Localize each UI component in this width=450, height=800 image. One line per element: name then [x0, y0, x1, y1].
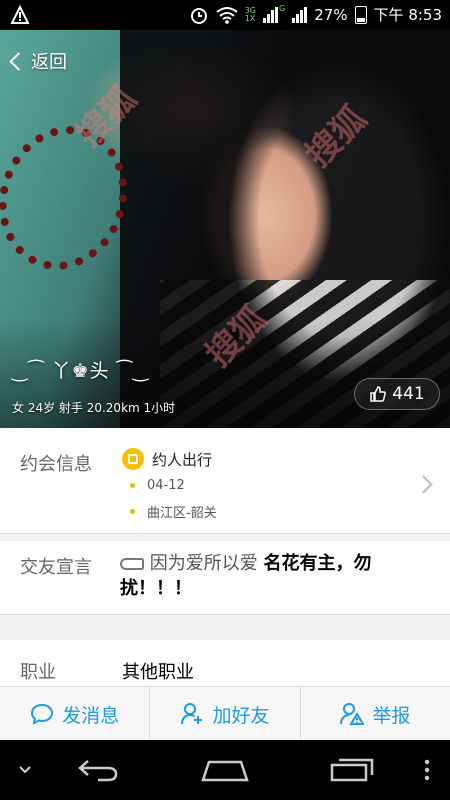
- network-g: G: [279, 4, 286, 13]
- send-message-label: 发消息: [62, 704, 120, 727]
- declaration-section: 交友宣言 因为爱所以爱 名花有主，勿 扰！！！: [0, 541, 450, 615]
- job-value: 其他职业: [122, 662, 194, 683]
- date-row: 04-12: [130, 478, 185, 493]
- back-nav-button[interactable]: [68, 740, 128, 800]
- thumbs-up-icon: [370, 386, 387, 402]
- back-arrow-icon: [78, 760, 118, 782]
- declaration-bold-1: 名花有主，勿: [263, 553, 372, 574]
- recents-icon: [330, 758, 374, 782]
- report-button[interactable]: 举报: [301, 687, 450, 741]
- like-count: 441: [392, 384, 425, 404]
- bullet-icon: [130, 483, 135, 488]
- more-vertical-icon: [424, 759, 430, 781]
- signal-icon: [263, 6, 278, 23]
- location-value: 曲江区-韶关: [147, 506, 217, 521]
- date-value: 04-12: [147, 478, 185, 493]
- chevron-down-icon: [19, 766, 31, 774]
- home-nav-button[interactable]: [195, 740, 255, 800]
- add-friend-button[interactable]: 加好友: [150, 687, 301, 741]
- declaration-text: 因为爱所以爱 名花有主，勿 扰！！！: [120, 551, 420, 601]
- date-type: 约人出行: [122, 448, 212, 470]
- date-info-label: 约会信息: [20, 454, 92, 475]
- menu-nav-button[interactable]: [412, 740, 442, 800]
- location-row: 曲江区-韶关: [130, 502, 217, 521]
- profile-meta: 女 24岁 射手 20.20km 1小时: [12, 401, 176, 415]
- recents-nav-button[interactable]: [322, 740, 382, 800]
- battery-icon: [354, 5, 367, 24]
- shoe-icon: [120, 558, 144, 570]
- nickname: ‿⁀ 丫♚头 ⁀‿: [12, 360, 150, 382]
- job-label: 职业: [20, 662, 56, 683]
- add-friend-label: 加好友: [212, 704, 270, 727]
- action-bar: 发消息 加好友 举报: [0, 686, 450, 741]
- chat-bubble-icon: [31, 703, 54, 725]
- hide-nav-button[interactable]: [10, 740, 40, 800]
- signal-icon-2: [292, 6, 308, 23]
- wifi-icon: [216, 6, 238, 24]
- profile-details: 约会信息 约人出行 04-12 曲江区-韶关 交友宣言 因为爱所以爱 名花有主，…: [0, 428, 450, 686]
- home-icon: [201, 760, 249, 782]
- battery-percent: 27%: [314, 5, 348, 24]
- alarm-icon: [190, 7, 207, 24]
- back-button[interactable]: 返回: [9, 48, 67, 74]
- bullet-icon: [130, 509, 135, 514]
- report-label: 举报: [372, 704, 411, 727]
- status-bar: 3G 1X G 27% 下午 8:53: [0, 0, 450, 30]
- send-message-button[interactable]: 发消息: [0, 687, 151, 741]
- date-type-label: 约人出行: [152, 450, 213, 469]
- declaration-plain: 因为爱所以爱: [149, 553, 258, 574]
- chevron-left-icon: [9, 51, 28, 71]
- clock: 下午 8:53: [373, 6, 442, 24]
- chevron-right-icon: [414, 475, 433, 494]
- bus-icon: [122, 448, 144, 470]
- report-user-icon: [340, 703, 365, 725]
- like-button[interactable]: 441: [354, 378, 440, 410]
- notification-icon: [10, 4, 30, 29]
- add-user-icon: [181, 703, 203, 725]
- job-section: 职业 其他职业: [0, 640, 450, 686]
- network-type: 3G 1X: [244, 6, 256, 23]
- declaration-bold-2: 扰！！！: [120, 578, 192, 599]
- date-info-section[interactable]: 约会信息 约人出行 04-12 曲江区-韶关: [0, 428, 450, 534]
- declaration-label: 交友宣言: [20, 557, 92, 578]
- back-label: 返回: [31, 52, 67, 73]
- network-1x: 1X: [244, 13, 256, 23]
- system-nav-bar: [0, 740, 450, 800]
